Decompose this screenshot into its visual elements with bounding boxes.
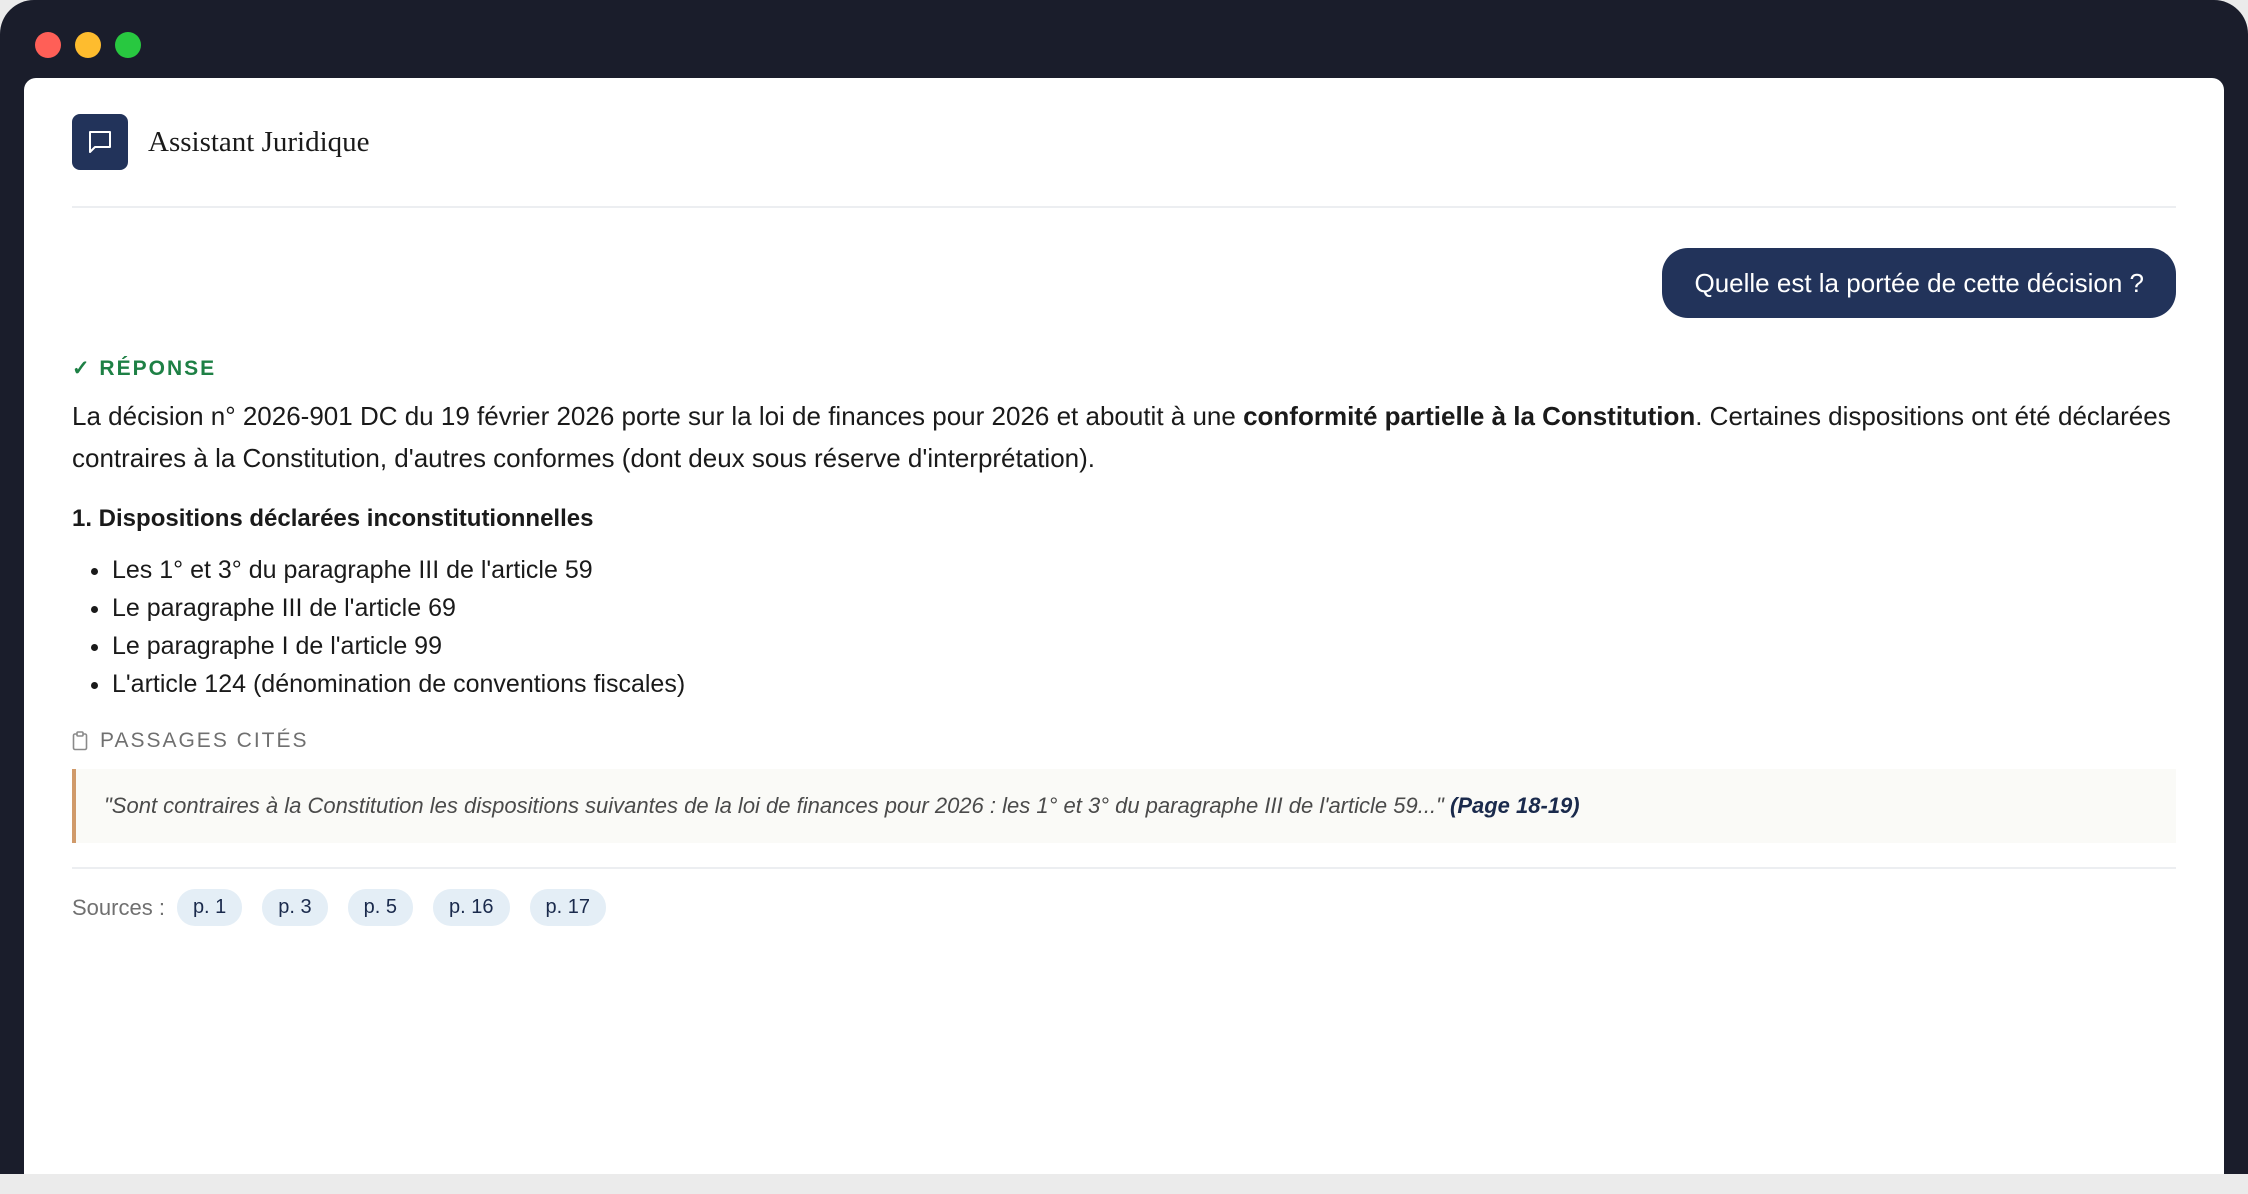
cited-passages-text: PASSAGES CITÉS bbox=[100, 729, 309, 752]
app-title: Assistant Juridique bbox=[148, 125, 370, 158]
quote-text: "Sont contraires à la Constitution les d… bbox=[104, 793, 1444, 818]
user-message-bubble: Quelle est la portée de cette décision ? bbox=[1662, 248, 2176, 318]
source-chip[interactable]: p. 16 bbox=[433, 889, 510, 926]
source-chip[interactable]: p. 5 bbox=[347, 889, 414, 926]
response-intro-emphasis: conformité partielle à la Constitution bbox=[1243, 401, 1696, 431]
quote-page-reference[interactable]: (Page 18-19) bbox=[1450, 793, 1580, 818]
app-window: Assistant Juridique Quelle est la portée… bbox=[0, 0, 2248, 1174]
cited-quote: "Sont contraires à la Constitution les d… bbox=[72, 769, 2176, 843]
source-chip[interactable]: p. 17 bbox=[529, 889, 606, 926]
list-item: Le paragraphe I de l'article 99 bbox=[112, 627, 2176, 665]
message-square-icon bbox=[89, 131, 111, 153]
app-content: Assistant Juridique Quelle est la portée… bbox=[24, 78, 2224, 1174]
app-header: Assistant Juridique bbox=[72, 78, 2176, 208]
clipboard-icon bbox=[72, 731, 88, 751]
response-label: ✓ RÉPONSE bbox=[72, 357, 217, 380]
source-chip[interactable]: p. 3 bbox=[262, 889, 328, 926]
list-item: L'article 124 (dénomination de conventio… bbox=[112, 665, 2176, 703]
close-window-button[interactable] bbox=[35, 32, 61, 58]
sources-label: Sources : bbox=[72, 894, 165, 920]
section-heading: 1. Dispositions déclarées inconstitution… bbox=[72, 505, 594, 532]
source-chip[interactable]: p. 1 bbox=[176, 889, 243, 926]
chat-container: Assistant Juridique Quelle est la portée… bbox=[72, 78, 2176, 926]
window-controls bbox=[35, 32, 141, 58]
minimize-window-button[interactable] bbox=[75, 32, 101, 58]
dispositions-list: Les 1° et 3° du paragraphe III de l'arti… bbox=[72, 551, 2176, 703]
response-intro: La décision n° 2026-901 DC du 19 février… bbox=[72, 395, 2176, 479]
cited-passages-label: PASSAGES CITÉS bbox=[72, 729, 2176, 753]
list-item: Le paragraphe III de l'article 69 bbox=[112, 589, 2176, 627]
user-message-row: Quelle est la portée de cette décision ? bbox=[72, 248, 2176, 318]
app-logo bbox=[72, 114, 128, 170]
response-intro-text: La décision n° 2026-901 DC du 19 février… bbox=[72, 401, 1244, 431]
list-item: Les 1° et 3° du paragraphe III de l'arti… bbox=[112, 551, 2176, 589]
maximize-window-button[interactable] bbox=[115, 32, 141, 58]
sources-bar: Sources : p. 1 p. 3 p. 5 p. 16 p. 17 bbox=[72, 867, 2176, 926]
